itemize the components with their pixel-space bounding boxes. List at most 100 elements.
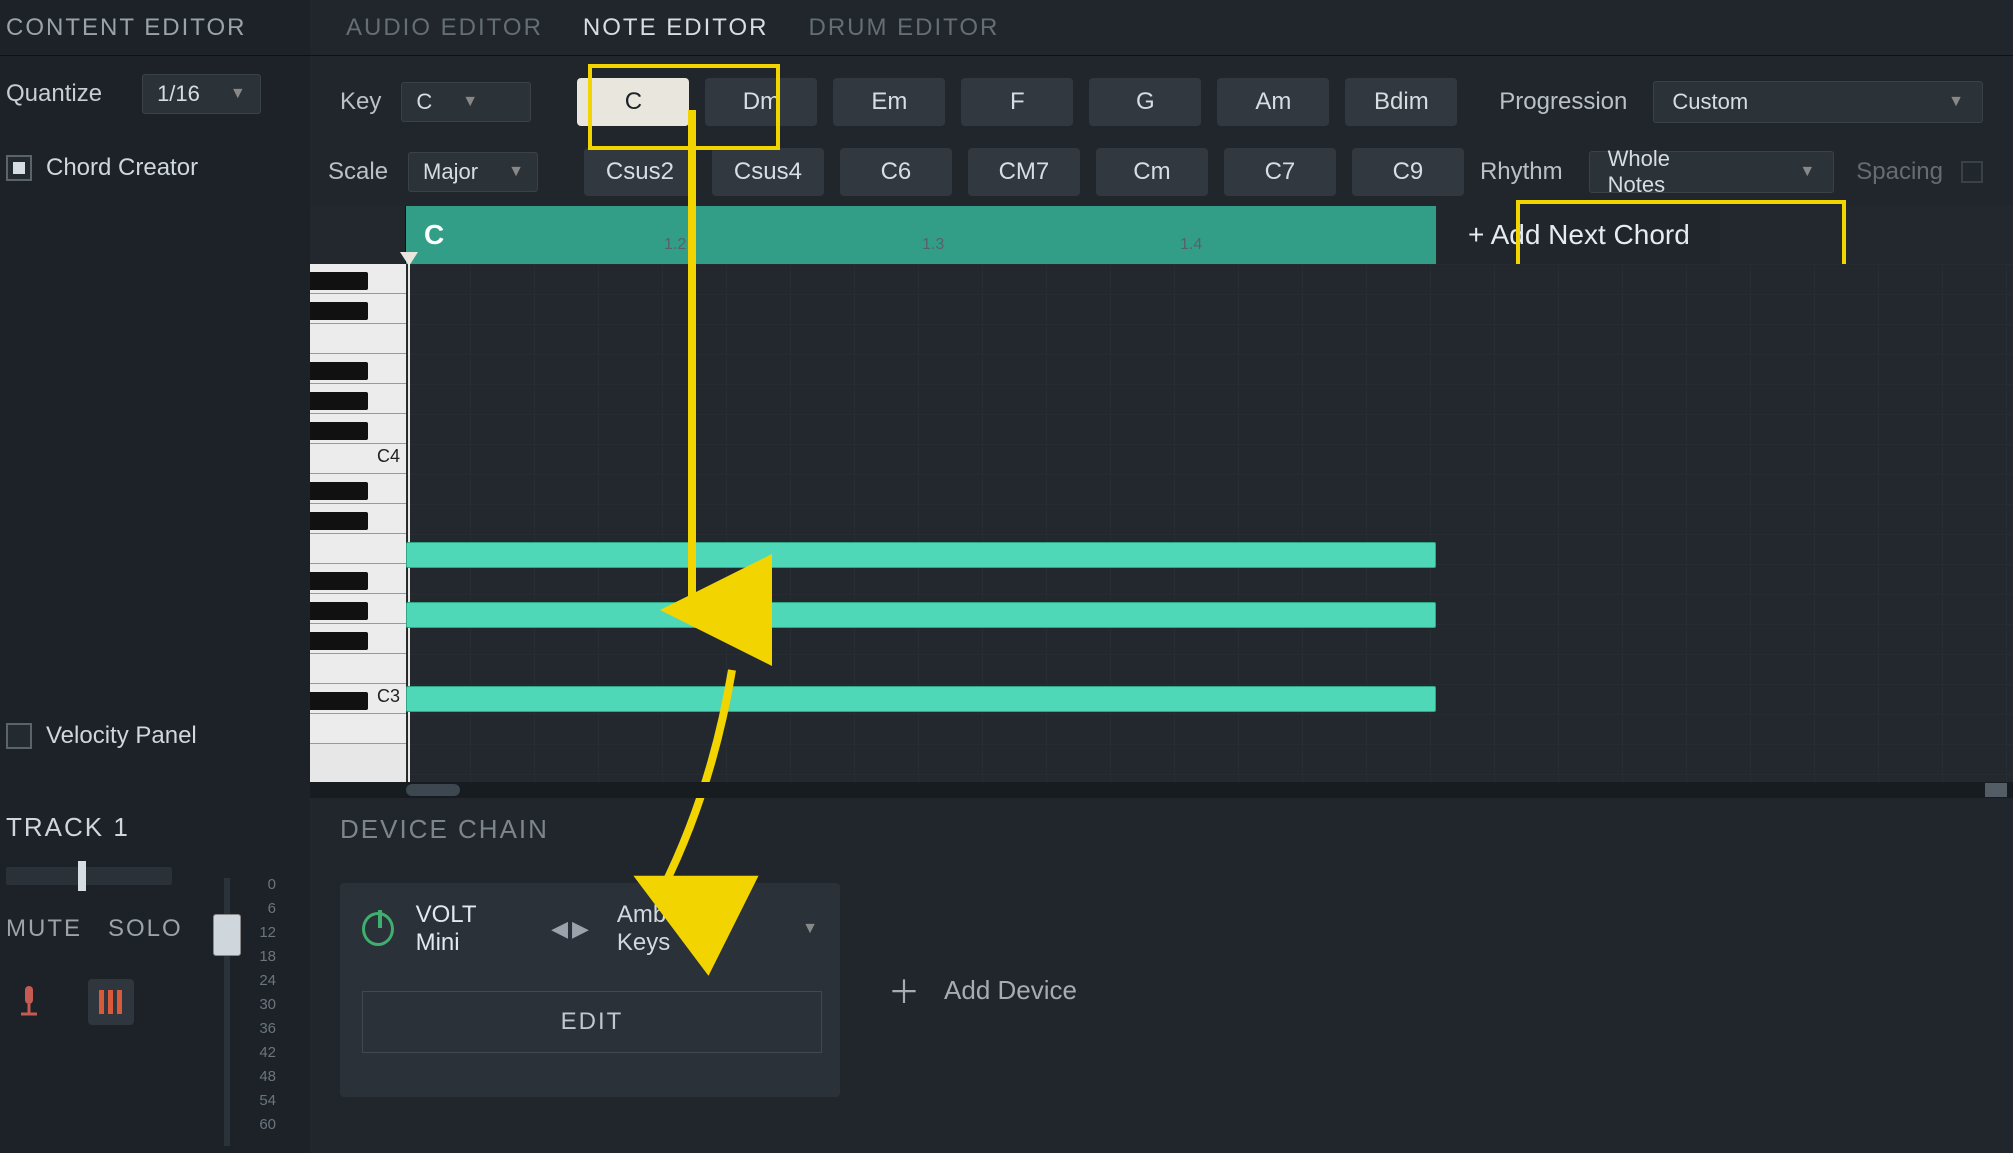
chord-creator-checkbox[interactable] <box>6 155 32 181</box>
add-device-button[interactable]: ＋ Add Device <box>888 967 1077 1013</box>
spacing-checkbox[interactable] <box>1961 161 1983 183</box>
progression-select[interactable]: Custom ▼ <box>1653 81 1983 123</box>
progression-value: Custom <box>1672 89 1748 115</box>
db-label: 36 <box>250 1020 276 1037</box>
chord-btn-Cm[interactable]: Cm <box>1096 148 1208 196</box>
preset-prev-next[interactable]: ◀ ▶ <box>551 916 589 942</box>
pan-slider[interactable] <box>6 867 172 885</box>
chord-btn-F[interactable]: F <box>961 78 1073 126</box>
scale-value: Major <box>423 159 478 185</box>
chevron-right-icon: ▶ <box>572 916 589 942</box>
device-volt-mini: VOLT Mini ◀ ▶ Ambient Keys ▼ EDIT <box>340 883 840 1097</box>
chord-btn-Csus2[interactable]: Csus2 <box>584 148 696 196</box>
db-label: 48 <box>250 1068 276 1085</box>
ruler-tick: 1.4 <box>1180 236 1202 254</box>
midi-note[interactable] <box>406 542 1436 568</box>
spacing-label: Spacing <box>1856 158 1943 186</box>
progression-label: Progression <box>1499 88 1627 116</box>
fader-handle[interactable] <box>213 914 241 956</box>
chord-btn-C9[interactable]: C9 <box>1352 148 1464 196</box>
db-label: 42 <box>250 1044 276 1061</box>
rhythm-select[interactable]: Whole Notes ▼ <box>1589 151 1835 193</box>
chord-region[interactable]: C <box>406 206 1436 264</box>
chord-region-label: C <box>424 219 444 251</box>
solo-button[interactable]: SOLO <box>108 915 183 943</box>
db-label: 0 <box>250 876 276 893</box>
tab-drum-editor[interactable]: DRUM EDITOR <box>809 14 1000 42</box>
db-label: 18 <box>250 948 276 965</box>
key-select[interactable]: C ▼ <box>401 82 531 122</box>
volume-fader[interactable]: 0 6 12 18 24 30 36 42 48 54 60 <box>190 878 304 1146</box>
scale-label: Scale <box>328 158 388 186</box>
db-label: 54 <box>250 1092 276 1109</box>
chord-btn-Dm[interactable]: Dm <box>705 78 817 126</box>
edit-device-button[interactable]: EDIT <box>362 991 822 1053</box>
scale-select[interactable]: Major ▼ <box>408 152 538 192</box>
horizontal-scrollbar[interactable] <box>310 782 2013 798</box>
piano-keys[interactable]: C4 C3 <box>310 264 406 782</box>
quantize-value: 1/16 <box>157 81 200 107</box>
chevron-down-icon: ▼ <box>462 93 478 111</box>
chord-toolbar: Key C ▼ C Dm Em F G Am Bdim Progression … <box>310 56 2013 206</box>
chord-btn-G[interactable]: G <box>1089 78 1201 126</box>
chord-btn-Am[interactable]: Am <box>1217 78 1329 126</box>
key-label: Key <box>340 88 381 116</box>
timeline-ruler[interactable]: C + Add Next Chord 1.2 1.3 1.4 <box>406 206 2013 264</box>
content-editor-title: CONTENT EDITOR <box>0 0 310 56</box>
rhythm-value: Whole Notes <box>1608 146 1730 198</box>
pan-handle[interactable] <box>78 861 86 891</box>
db-label: 12 <box>250 924 276 941</box>
scrollbar-thumb[interactable] <box>406 784 460 796</box>
db-label: 6 <box>250 900 276 917</box>
left-panel: Quantize 1/16 ▼ Chord Creator Velocity P… <box>0 56 310 798</box>
zoom-handle[interactable] <box>1985 783 2007 797</box>
chevron-down-icon: ▼ <box>508 163 524 181</box>
chord-btn-C[interactable]: C <box>577 78 689 126</box>
chevron-left-icon: ◀ <box>551 916 568 942</box>
track-title: TRACK 1 <box>6 812 304 843</box>
quantize-label: Quantize <box>6 80 102 108</box>
chord-btn-Bdim[interactable]: Bdim <box>1345 78 1457 126</box>
device-chain-panel: DEVICE CHAIN VOLT Mini ◀ ▶ Ambient Keys … <box>310 798 2013 1153</box>
note-grid[interactable] <box>406 264 2013 782</box>
piano-roll: C + Add Next Chord 1.2 1.3 1.4 C4 <box>310 206 2013 798</box>
chord-btn-C7[interactable]: C7 <box>1224 148 1336 196</box>
chord-btn-C6[interactable]: C6 <box>840 148 952 196</box>
mute-button[interactable]: MUTE <box>6 915 82 943</box>
add-device-label: Add Device <box>944 975 1077 1006</box>
midi-note[interactable] <box>406 686 1436 712</box>
editor-tabs: AUDIO EDITOR NOTE EDITOR DRUM EDITOR <box>310 0 2013 56</box>
device-chain-title: DEVICE CHAIN <box>340 814 1983 845</box>
chord-btn-Em[interactable]: Em <box>833 78 945 126</box>
tab-audio-editor[interactable]: AUDIO EDITOR <box>346 14 543 42</box>
key-label-c4: C4 <box>377 446 400 467</box>
chevron-down-icon: ▼ <box>230 85 246 103</box>
rhythm-label: Rhythm <box>1480 158 1563 186</box>
tab-note-editor[interactable]: NOTE EDITOR <box>583 14 769 42</box>
preset-name[interactable]: Ambient Keys <box>617 901 752 957</box>
velocity-panel-label: Velocity Panel <box>46 722 197 750</box>
instrument-icon[interactable] <box>88 979 134 1025</box>
chevron-down-icon: ▼ <box>1948 93 1964 111</box>
key-value: C <box>416 89 432 115</box>
chord-creator-label: Chord Creator <box>46 154 198 182</box>
ruler-tick: 1.3 <box>922 236 944 254</box>
db-label: 24 <box>250 972 276 989</box>
note-editor-area: Key C ▼ C Dm Em F G Am Bdim Progression … <box>310 56 2013 798</box>
velocity-panel-checkbox[interactable] <box>6 723 32 749</box>
power-icon[interactable] <box>362 912 394 946</box>
add-next-chord-button[interactable]: + Add Next Chord <box>1438 206 1720 264</box>
chord-btn-CM7[interactable]: CM7 <box>968 148 1080 196</box>
db-label: 30 <box>250 996 276 1013</box>
chevron-down-icon: ▼ <box>1799 163 1815 181</box>
plus-icon: ＋ <box>888 967 920 1013</box>
ruler-gutter <box>310 206 406 264</box>
midi-note[interactable] <box>406 602 1436 628</box>
chord-btn-Csus4[interactable]: Csus4 <box>712 148 824 196</box>
device-name: VOLT Mini <box>416 901 518 957</box>
key-label-c3: C3 <box>377 686 400 707</box>
chevron-down-icon[interactable]: ▼ <box>802 920 818 938</box>
record-arm-icon[interactable] <box>6 979 52 1025</box>
db-label: 60 <box>250 1116 276 1133</box>
quantize-select[interactable]: 1/16 ▼ <box>142 74 261 114</box>
